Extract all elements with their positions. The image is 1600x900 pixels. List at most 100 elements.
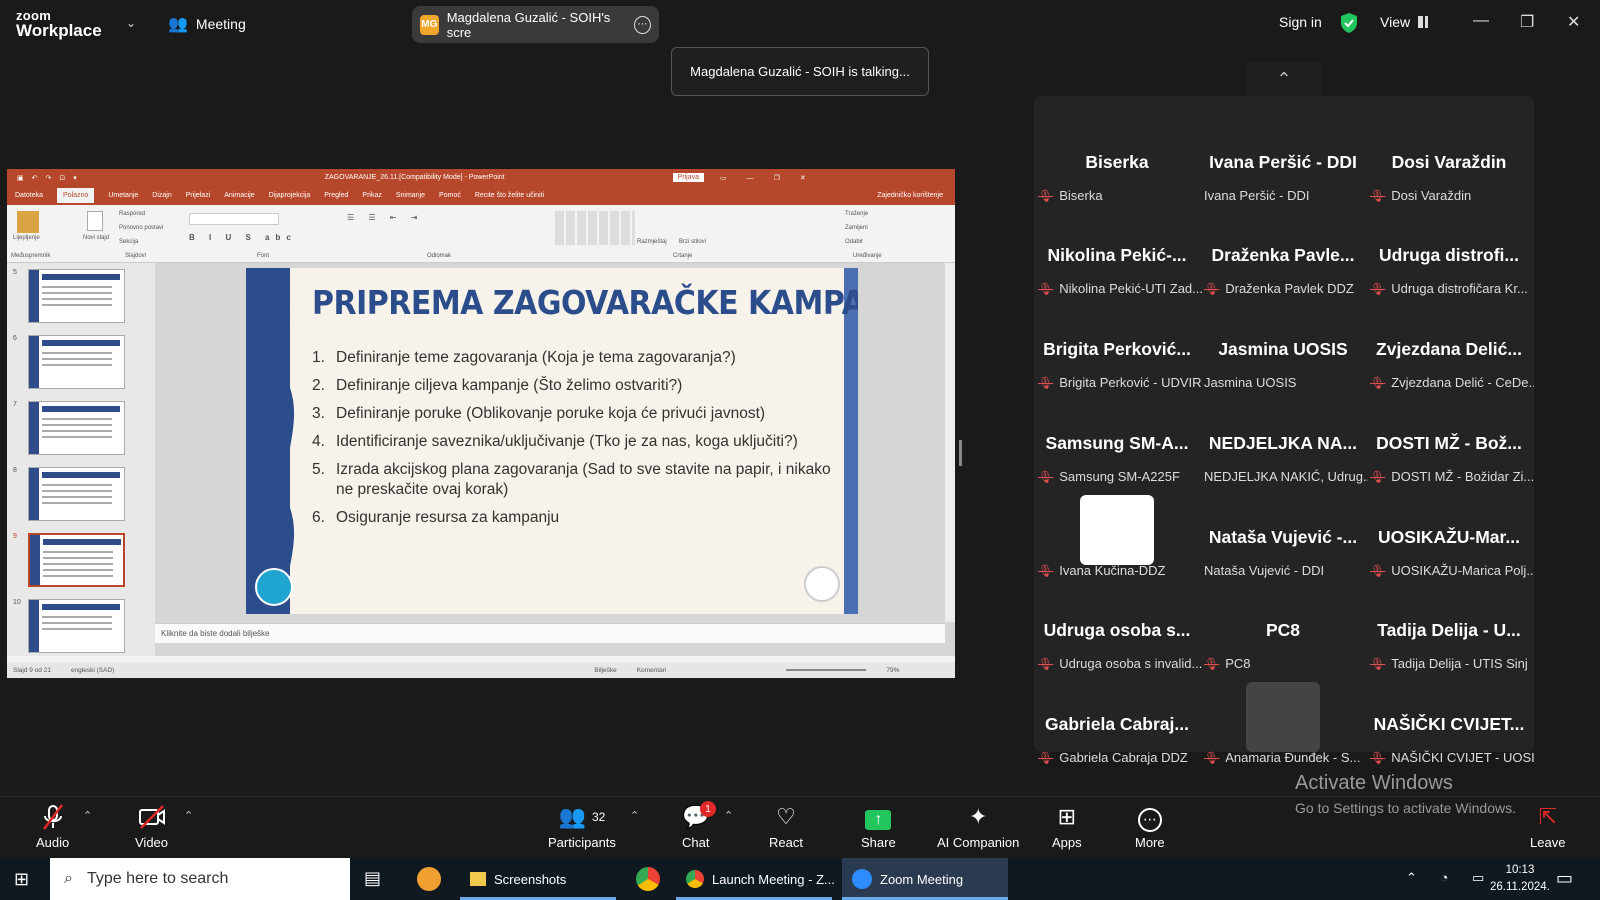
zoom-level[interactable]: 79%: [886, 667, 899, 674]
task-view-icon[interactable]: ▤: [364, 868, 381, 889]
restore-icon[interactable]: ❐: [1520, 12, 1534, 32]
ppt-signin-button[interactable]: Prijava: [672, 173, 705, 182]
font-format-buttons[interactable]: B I U S abc: [189, 233, 297, 242]
participant-tile[interactable]: Nikolina Pekić-... 🎙 Nikolina Pekić-UTI Za…: [1034, 211, 1202, 304]
participant-tile[interactable]: Biserka 🎙 Biserka: [1034, 118, 1200, 211]
slide-thumbnail-selected[interactable]: [28, 533, 125, 587]
close-icon[interactable]: ✕: [1567, 12, 1580, 32]
chat-options-caret[interactable]: ⌃: [724, 809, 733, 822]
slide-thumbnail[interactable]: [28, 467, 125, 521]
slide-editing-canvas[interactable]: PRIPREMA ZAGOVARAČKE KAMPANJE 1. Definira…: [155, 263, 955, 656]
windows-start-icon[interactable]: ⊞: [14, 869, 29, 890]
leave-button[interactable]: ⇱ Leave: [1530, 803, 1565, 850]
ppt-tab-pregled[interactable]: Pregled: [324, 192, 348, 199]
ppt-tab-snimanje[interactable]: Snimanje: [396, 192, 425, 199]
view-button[interactable]: View: [1380, 14, 1429, 30]
video-button[interactable]: Video: [135, 803, 168, 850]
split-drag-handle[interactable]: [959, 440, 962, 466]
canvas-scrollbar[interactable]: [945, 263, 955, 622]
chevron-up-icon[interactable]: ⌃: [1246, 62, 1322, 96]
participant-tile[interactable]: NAŠIČKI CVIJET... 🎙 NAŠIČKI CVIJET - UOSI.…: [1366, 680, 1534, 773]
new-slide-icon[interactable]: [87, 211, 103, 231]
ppt-tab-datoteka[interactable]: Datoteka: [15, 192, 43, 199]
ppt-tab-polazno[interactable]: Polazno: [57, 188, 95, 203]
taskbar-launch-meeting[interactable]: Launch Meeting - Z...: [676, 858, 845, 900]
section-label[interactable]: Sekcija: [119, 239, 138, 245]
more-options-icon[interactable]: ⋯: [634, 15, 652, 34]
chevron-down-icon[interactable]: ⌄: [126, 16, 136, 30]
minimize-icon[interactable]: —: [1473, 12, 1489, 30]
ppt-share-button[interactable]: Zajedničko korištenje: [877, 192, 943, 199]
tray-icons[interactable]: ⌃ ◔ ▭: [1406, 870, 1494, 886]
apps-button[interactable]: ⊞ Apps: [1052, 803, 1082, 850]
zoom-workplace-logo[interactable]: zoom Workplace: [16, 9, 102, 39]
layout-label[interactable]: Raspored: [119, 211, 145, 217]
video-options-caret[interactable]: ⌃: [184, 809, 193, 822]
slide-thumbnail[interactable]: [28, 335, 125, 389]
arrange-label[interactable]: Razmještaj: [637, 239, 667, 245]
participant-tile[interactable]: DOSTI MŽ - Bož... 🎙 DOSTI MŽ - Božidar Zi.…: [1366, 399, 1534, 492]
participant-tile[interactable]: Brigita Perković... 🎙 Brigita Perković - U…: [1034, 305, 1202, 398]
find-label[interactable]: Traženje: [845, 211, 868, 217]
taskbar-zoom-meeting[interactable]: Zoom Meeting: [842, 858, 1008, 900]
participants-button[interactable]: 👥 32 Participants: [548, 803, 616, 850]
participants-options-caret[interactable]: ⌃: [630, 809, 639, 822]
react-button[interactable]: ♡ React: [769, 803, 803, 850]
participant-tile[interactable]: PC8 🎙 PC8: [1200, 586, 1366, 679]
language-status[interactable]: engleski (SAD): [71, 667, 114, 674]
audio-options-caret[interactable]: ⌃: [83, 809, 92, 822]
paste-icon[interactable]: [17, 211, 39, 233]
ppt-tab-umetanje[interactable]: Umetanje: [108, 192, 138, 199]
notes-pane[interactable]: Kliknite da biste dodali bilješke: [155, 623, 945, 643]
chrome-icon[interactable]: [636, 867, 660, 891]
replace-label[interactable]: Zamijeni: [845, 225, 868, 231]
paragraph-buttons[interactable]: ☰ ☰ ⇤ ⇥: [347, 213, 423, 222]
browser-icon[interactable]: [417, 867, 441, 891]
taskbar-clock[interactable]: 10:13 26.11.2024.: [1490, 862, 1550, 896]
participant-tile[interactable]: 🎙 Ivana Kučina-DDZ: [1034, 493, 1200, 586]
ppt-tab-prijelazi[interactable]: Prijelazi: [186, 192, 211, 199]
notes-button[interactable]: Bilješke: [594, 667, 616, 674]
meeting-button[interactable]: 👥 Meeting: [168, 14, 246, 34]
comments-button[interactable]: Komentari: [637, 667, 667, 674]
participant-tile[interactable]: Ivana Peršić - DDI Ivana Peršić - DDI: [1200, 118, 1366, 211]
select-label[interactable]: Odabir: [845, 239, 863, 245]
participant-tile[interactable]: Gabriela Cabraj... 🎙 Gabriela Cabraja DDZ: [1034, 680, 1200, 773]
font-name-box[interactable]: [189, 213, 279, 225]
reset-label[interactable]: Ponovno postavi: [119, 225, 163, 231]
ai-companion-button[interactable]: ✦ AI Companion: [937, 803, 1019, 850]
ppt-tab-dizajn[interactable]: Dizajn: [152, 192, 171, 199]
share-button[interactable]: ↑ Share: [861, 803, 896, 850]
more-button[interactable]: ⋯ More: [1135, 803, 1165, 850]
slide-thumbnail[interactable]: [28, 269, 125, 323]
slide-thumbnails-pane[interactable]: 5 6 7 8 9 10: [7, 263, 155, 656]
shared-screen-powerpoint[interactable]: ▣↶↷⊡▾ ZAGOVARANJE_26.11.[Compatibility M…: [7, 169, 955, 678]
participant-tile[interactable]: UOSIKAŽU-Mar... 🎙 UOSIKAŽU-Marica Polj...: [1366, 493, 1534, 586]
participant-tile[interactable]: Nataša Vujević -... Nataša Vujević - DDI: [1200, 493, 1366, 586]
participant-tile[interactable]: NEDJELJKA NA... NEDJELJKA NAKIĆ, Udrug...: [1200, 399, 1368, 492]
ppt-tab-pomoc[interactable]: Pomoć: [439, 192, 461, 199]
participant-tile[interactable]: Udruga osoba s... 🎙 Udruga osoba s invalid…: [1034, 586, 1202, 679]
sign-in-link[interactable]: Sign in: [1279, 14, 1322, 30]
screen-share-indicator[interactable]: MG Magdalena Guzalić - SOIH's scre ⋯: [412, 6, 659, 43]
taskbar-search[interactable]: ⌕ Type here to search: [50, 858, 350, 900]
ppt-tell-me[interactable]: Recite što želite učiniti: [475, 192, 544, 199]
taskbar-screenshots[interactable]: Screenshots: [460, 858, 576, 900]
participant-tile[interactable]: 🎙 Anamaria Đunđek - S...: [1200, 680, 1366, 773]
participant-tile[interactable]: Draženka Pavle... 🎙 Draženka Pavlek DDZ: [1200, 211, 1366, 304]
shapes-gallery[interactable]: [555, 211, 635, 245]
ppt-tab-prikaz[interactable]: Prikaz: [362, 192, 381, 199]
current-slide[interactable]: PRIPREMA ZAGOVARAČKE KAMPANJE 1. Definira…: [246, 268, 858, 614]
zoom-slider[interactable]: [786, 669, 867, 671]
ppt-tab-animacije[interactable]: Animacije: [224, 192, 254, 199]
ppt-tab-dijaprojekcija[interactable]: Dijaprojekcija: [269, 192, 311, 199]
participant-tile[interactable]: Jasmina UOSIS Jasmina UOSIS: [1200, 305, 1366, 398]
quick-styles-label[interactable]: Brzi stilovi: [679, 239, 706, 245]
audio-button[interactable]: Audio: [36, 803, 69, 850]
participant-tile[interactable]: Zvjezdana Delić... 🎙 Zvjezdana Delić - CeD…: [1366, 305, 1534, 398]
slide-thumbnail[interactable]: [28, 599, 125, 653]
participant-tile[interactable]: Samsung SM-A... 🎙 Samsung SM-A225F: [1034, 399, 1200, 492]
participant-tile[interactable]: Tadija Delija - U... 🎙 Tadija Delija - UTI…: [1366, 586, 1532, 679]
slide-thumbnail[interactable]: [28, 401, 125, 455]
notification-icon[interactable]: ▭: [1556, 868, 1573, 889]
